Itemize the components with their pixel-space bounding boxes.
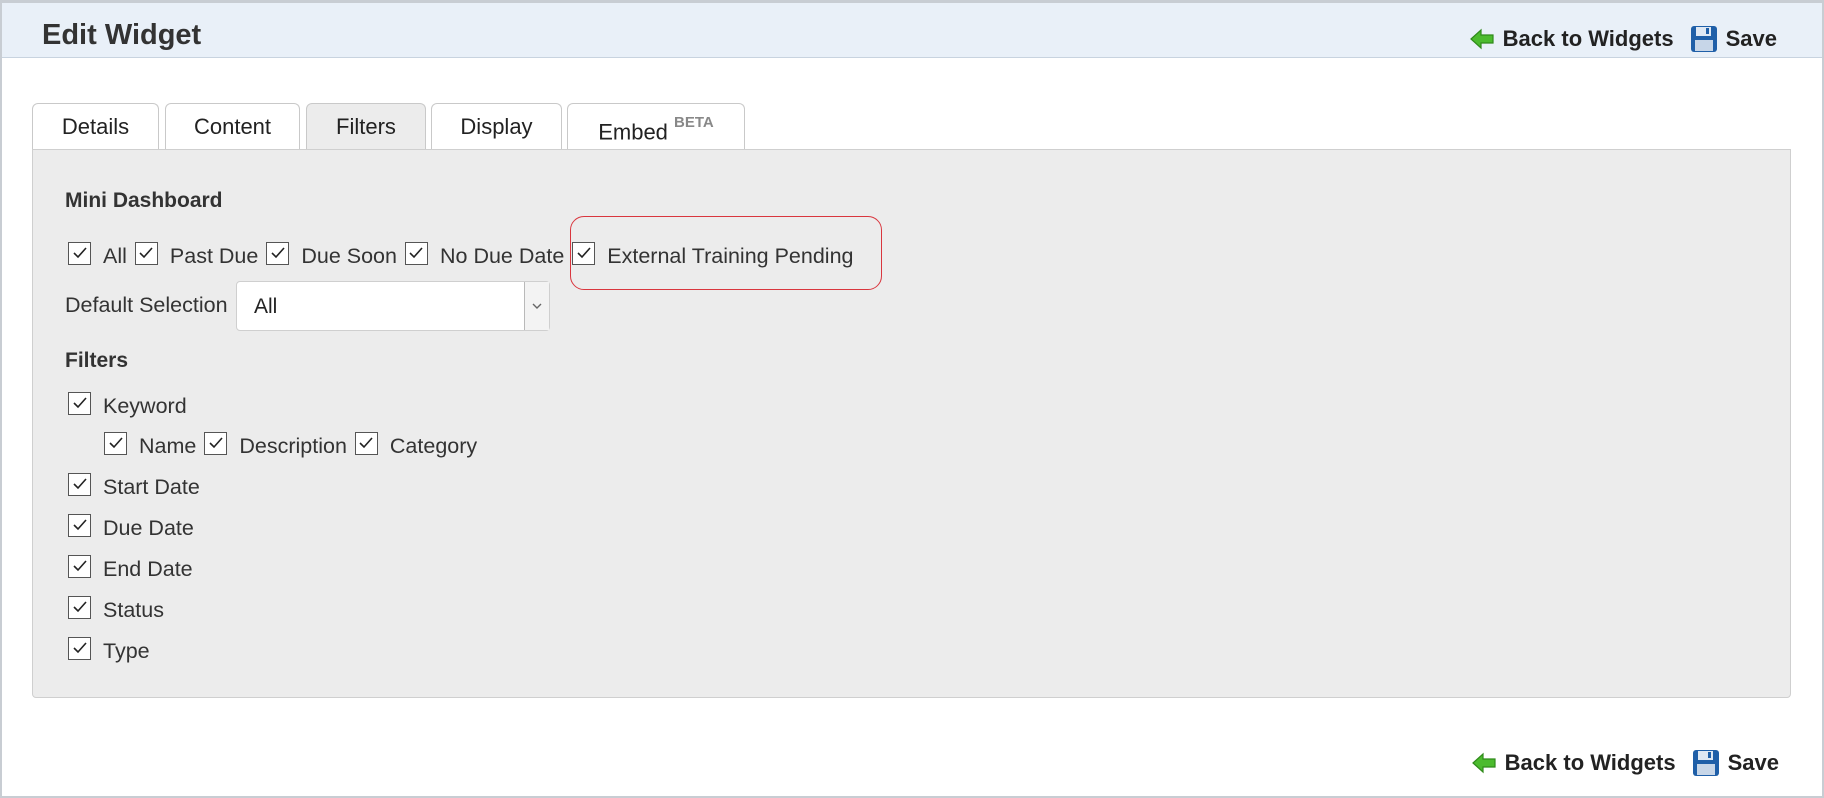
mini-dashboard-title: Mini Dashboard: [65, 189, 223, 212]
back-arrow-icon: [1469, 28, 1495, 50]
page-title: Edit Widget: [42, 19, 202, 51]
page-header: Edit Widget Back to Widgets Save: [2, 3, 1822, 58]
option-all[interactable]: All: [68, 241, 127, 269]
checkbox-end-date[interactable]: [68, 554, 91, 578]
filter-status[interactable]: Status: [68, 595, 164, 623]
filter-start-date[interactable]: Start Date: [68, 472, 200, 500]
checkbox-status[interactable]: [68, 595, 91, 619]
keyword-option-description-label: Description: [239, 433, 347, 458]
filter-type-row: Type: [68, 636, 158, 666]
chevron-down-icon[interactable]: [524, 282, 549, 330]
filter-type[interactable]: Type: [68, 636, 150, 664]
keyword-option-category[interactable]: Category: [354, 431, 478, 459]
checkmark-icon: [72, 601, 87, 613]
tab-content[interactable]: Content: [165, 103, 300, 150]
checkmark-icon: [72, 247, 87, 259]
filter-keyword[interactable]: Keyword: [68, 391, 187, 419]
checkbox-no-due-date[interactable]: [404, 241, 428, 265]
checkbox-due-soon[interactable]: [266, 241, 290, 265]
tab-filters-label: Filters: [336, 114, 396, 139]
filters-panel: [32, 149, 1791, 698]
option-external-training-pending[interactable]: External Training Pending: [572, 241, 854, 269]
tab-filters[interactable]: Filters: [306, 103, 426, 151]
filter-status-label: Status: [103, 597, 164, 622]
checkbox-all[interactable]: [68, 241, 91, 265]
keyword-options-row: Name Description Category: [104, 431, 485, 461]
checkbox-start-date[interactable]: [68, 472, 91, 496]
checkmark-icon: [72, 642, 87, 654]
option-all-label: All: [103, 243, 127, 268]
floppy-disk-icon: [1692, 749, 1720, 777]
checkmark-icon: [577, 247, 591, 259]
back-to-widgets-label: Back to Widgets: [1504, 750, 1676, 775]
beta-badge: BETA: [674, 114, 714, 131]
filter-type-label: Type: [103, 638, 150, 663]
default-selection-value: All: [254, 295, 278, 318]
filter-due-date[interactable]: Due Date: [68, 513, 194, 541]
checkbox-keyword[interactable]: [68, 391, 91, 415]
checkbox-name[interactable]: [104, 431, 127, 455]
keyword-option-category-label: Category: [389, 433, 478, 458]
filter-start-date-row: Start Date: [68, 472, 208, 502]
tab-details[interactable]: Details: [32, 103, 159, 150]
checkbox-due-date[interactable]: [68, 513, 91, 537]
tab-embed-label: Embed: [598, 119, 668, 145]
filters-title: Filters: [65, 349, 129, 372]
filter-start-date-label: Start Date: [103, 474, 200, 499]
option-external-training-pending-label: External Training Pending: [607, 243, 854, 268]
checkmark-icon: [72, 519, 87, 531]
option-past-due-label: Past Due: [169, 243, 259, 268]
checkmark-icon: [72, 397, 87, 409]
checkbox-type[interactable]: [68, 636, 91, 660]
filter-end-date-label: End Date: [103, 556, 193, 581]
option-past-due[interactable]: Past Due: [134, 241, 259, 269]
tab-details-label: Details: [61, 114, 130, 139]
save-label: Save: [1727, 750, 1779, 775]
floppy-disk-icon: [1690, 25, 1718, 53]
default-selection-select[interactable]: All: [236, 281, 550, 331]
filter-end-date-row: End Date: [68, 554, 201, 584]
filter-due-date-label: Due Date: [103, 515, 194, 540]
option-no-due-date[interactable]: No Due Date: [404, 241, 565, 269]
checkbox-external-training-pending[interactable]: [572, 241, 596, 265]
filter-end-date[interactable]: End Date: [68, 554, 193, 582]
checkmark-icon: [271, 247, 285, 259]
tab-display[interactable]: Display: [431, 103, 562, 150]
keyword-option-name[interactable]: Name: [104, 431, 197, 459]
keyword-option-name-label: Name: [139, 433, 197, 458]
back-arrow-icon: [1471, 752, 1497, 774]
checkbox-description[interactable]: [204, 431, 228, 455]
checkmark-icon: [72, 478, 87, 490]
save-label: Save: [1725, 26, 1777, 51]
checkmark-icon: [108, 437, 123, 449]
filter-due-date-row: Due Date: [68, 513, 202, 543]
header-actions: Back to Widgets Save: [1469, 25, 1777, 53]
save-button[interactable]: Save: [1692, 749, 1779, 777]
keyword-option-description[interactable]: Description: [204, 431, 347, 459]
back-to-widgets-button[interactable]: Back to Widgets: [1471, 750, 1676, 776]
checkmark-icon: [409, 247, 424, 259]
default-selection-label: Default Selection: [65, 293, 228, 317]
checkbox-category[interactable]: [354, 431, 378, 455]
option-due-soon[interactable]: Due Soon: [266, 241, 397, 269]
tab-content-label: Content: [193, 114, 272, 139]
filter-status-row: Status: [68, 595, 172, 625]
save-button[interactable]: Save: [1690, 25, 1777, 53]
mini-dashboard-options: All Past Due Due Soon No Due Date Extern…: [68, 241, 862, 271]
checkmark-icon: [209, 437, 223, 449]
checkbox-past-due[interactable]: [134, 241, 158, 265]
option-no-due-date-label: No Due Date: [439, 243, 565, 268]
filter-keyword-row: Keyword: [68, 391, 195, 421]
tab-embed[interactable]: Embed BETA: [567, 103, 745, 150]
checkmark-icon: [139, 247, 154, 259]
footer-actions: Back to Widgets Save: [1471, 749, 1779, 777]
back-to-widgets-label: Back to Widgets: [1502, 26, 1674, 51]
checkmark-icon: [72, 560, 87, 572]
filter-keyword-label: Keyword: [103, 393, 187, 418]
checkmark-icon: [359, 437, 374, 449]
option-due-soon-label: Due Soon: [301, 243, 397, 268]
back-to-widgets-button[interactable]: Back to Widgets: [1469, 26, 1674, 52]
tab-display-label: Display: [460, 114, 533, 139]
